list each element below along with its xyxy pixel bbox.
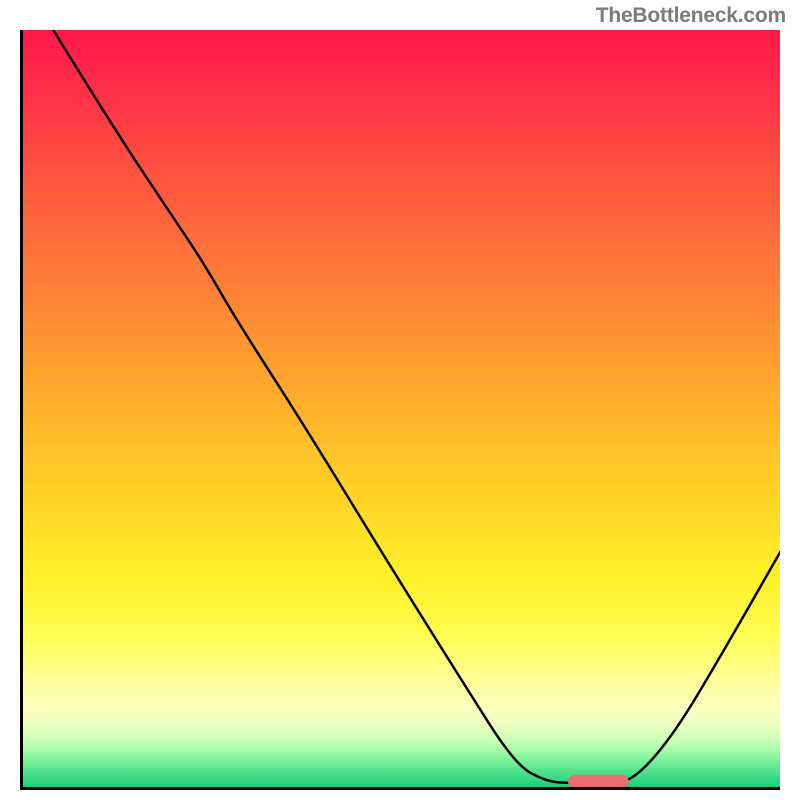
chart-container: TheBottleneck.com	[0, 0, 800, 800]
watermark-text: TheBottleneck.com	[596, 4, 786, 28]
plot-area	[20, 30, 780, 790]
bottleneck-curve	[23, 30, 780, 787]
